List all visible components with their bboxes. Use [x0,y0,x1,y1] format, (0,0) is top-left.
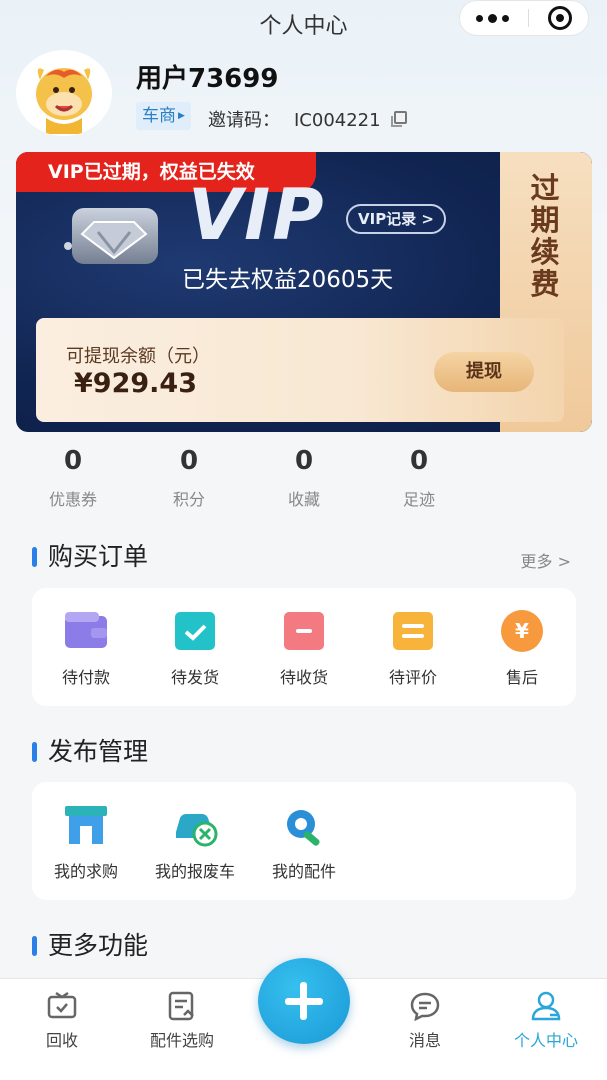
review-icon [390,608,436,654]
username: 用户73699 [136,64,279,94]
vip-lost-days: 已失去权益20605天 [182,267,394,293]
tab-label: 消息 [408,1031,441,1050]
stat-value: 0 [409,446,429,476]
invite-code-row: 邀请码： IC004221 [208,106,381,132]
publish-label: 我的配件 [271,862,336,881]
tv-recycle-icon [46,991,78,1021]
order-label: 待付款 [61,668,110,687]
tab-recycle[interactable]: 回收 [12,991,112,1051]
invite-code: IC004221 [294,110,381,131]
store-icon [63,802,109,848]
renew-label: 过期续费 [530,171,560,301]
stat-value: 0 [63,446,83,476]
more-functions-title: 更多功能 [32,931,148,961]
publish-section-title: 发布管理 [32,737,148,767]
balance-box: 可提现余额（元） ¥929.43 提现 [36,318,564,422]
orders-section-title: 购买订单 [32,542,148,572]
tab-messages[interactable]: 消息 [375,991,475,1051]
gear-wrench-icon [281,802,327,848]
my-scrap-cars[interactable]: 我的报废车 [145,802,245,882]
yuan-coin-icon: ¥ [499,608,545,654]
message-icon [409,991,441,1022]
order-label: 待发货 [170,668,219,687]
stat-coupons[interactable]: 0 优惠券 [28,446,118,510]
stats-row: 0 优惠券 0 积分 0 收藏 0 足迹 [14,446,494,516]
invite-label: 邀请码： [208,110,280,131]
user-icon [530,991,562,1021]
stat-value: 0 [179,446,199,476]
close-miniprogram-icon[interactable] [548,6,572,30]
tab-label: 个人中心 [513,1031,578,1050]
wallet-icon [63,608,109,654]
package-icon [281,608,327,654]
stat-label: 优惠券 [48,490,97,509]
order-label: 待评价 [388,668,437,687]
withdraw-button[interactable]: 提现 [434,352,534,392]
my-purchase-requests[interactable]: 我的求购 [36,802,136,882]
orders-panel: 待付款 待发货 待收货 待评价 ¥ 售后 [32,588,576,706]
tab-parts-shopping[interactable]: 配件选购 [132,991,232,1051]
tab-label: 配件选购 [149,1031,214,1050]
stat-label: 足迹 [402,490,435,509]
balance-amount: ¥929.43 [74,368,197,399]
caret-right-icon: ▶ [178,111,185,121]
role-tag-label: 车商 [142,106,176,126]
stat-label: 积分 [172,490,205,509]
my-parts[interactable]: 我的配件 [254,802,354,882]
orders-more-link[interactable]: 更多 > [521,548,572,572]
publish-label: 我的报废车 [154,862,235,881]
stat-footprints[interactable]: 0 足迹 [374,446,464,510]
order-pending-payment[interactable]: 待付款 [36,608,136,688]
svg-text:¥: ¥ [515,619,529,643]
publish-panel: 我的求购 我的报废车 我的配件 [32,782,576,900]
vip-logo-text: VIP [188,174,326,256]
tab-profile[interactable]: 个人中心 [496,991,596,1051]
order-label: 待收货 [279,668,328,687]
stat-points[interactable]: 0 积分 [144,446,234,510]
top-bar: 个人中心 [0,0,607,44]
capsule-divider [528,9,529,27]
stat-value: 0 [294,446,314,476]
scrap-car-icon [172,802,218,848]
order-after-sales[interactable]: ¥ 售后 [472,608,572,688]
publish-label: 我的求购 [53,862,118,881]
stat-favorites[interactable]: 0 收藏 [259,446,349,510]
box-check-icon [172,608,218,654]
profile-header: 用户73699 车商 ▶ 邀请码： IC004221 [16,50,591,140]
order-pending-receipt[interactable]: 待收货 [254,608,354,688]
vip-card: VIP已过期，权益已失效 VIP VIP记录 > 已失去权益20605天 过期续… [16,152,592,432]
order-label: 售后 [505,668,538,687]
add-button[interactable] [258,958,350,1044]
balance-label: 可提现余额（元） [66,346,210,367]
order-pending-shipment[interactable]: 待发货 [145,608,245,688]
vip-record-button[interactable]: VIP记录 > [346,204,446,234]
avatar[interactable] [16,50,112,136]
order-pending-review[interactable]: 待评价 [363,608,463,688]
list-doc-icon [166,991,198,1021]
more-options-icon[interactable] [476,13,509,23]
copy-icon[interactable] [391,111,407,127]
stat-label: 收藏 [287,490,320,509]
mini-program-capsule [459,0,589,36]
tab-label: 回收 [45,1031,78,1050]
diamond-crown-icon [64,208,158,264]
role-tag[interactable]: 车商 ▶ [136,102,191,130]
